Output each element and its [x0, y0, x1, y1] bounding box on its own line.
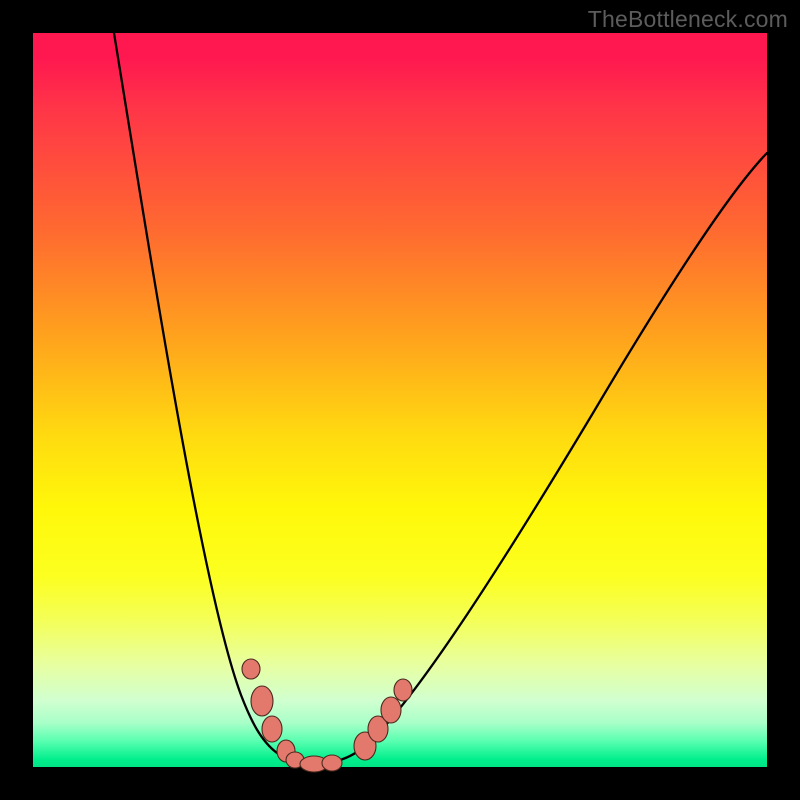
- marker: [262, 716, 282, 742]
- marker: [242, 659, 260, 679]
- marker: [394, 679, 412, 701]
- curve-right: [305, 153, 767, 764]
- curve-layer: [33, 33, 767, 767]
- chart-frame: TheBottleneck.com: [0, 0, 800, 800]
- plot-area: [33, 33, 767, 767]
- marker: [322, 755, 342, 771]
- watermark-text: TheBottleneck.com: [588, 6, 788, 33]
- marker: [381, 697, 401, 723]
- marker: [251, 686, 273, 716]
- curve-left: [114, 33, 305, 764]
